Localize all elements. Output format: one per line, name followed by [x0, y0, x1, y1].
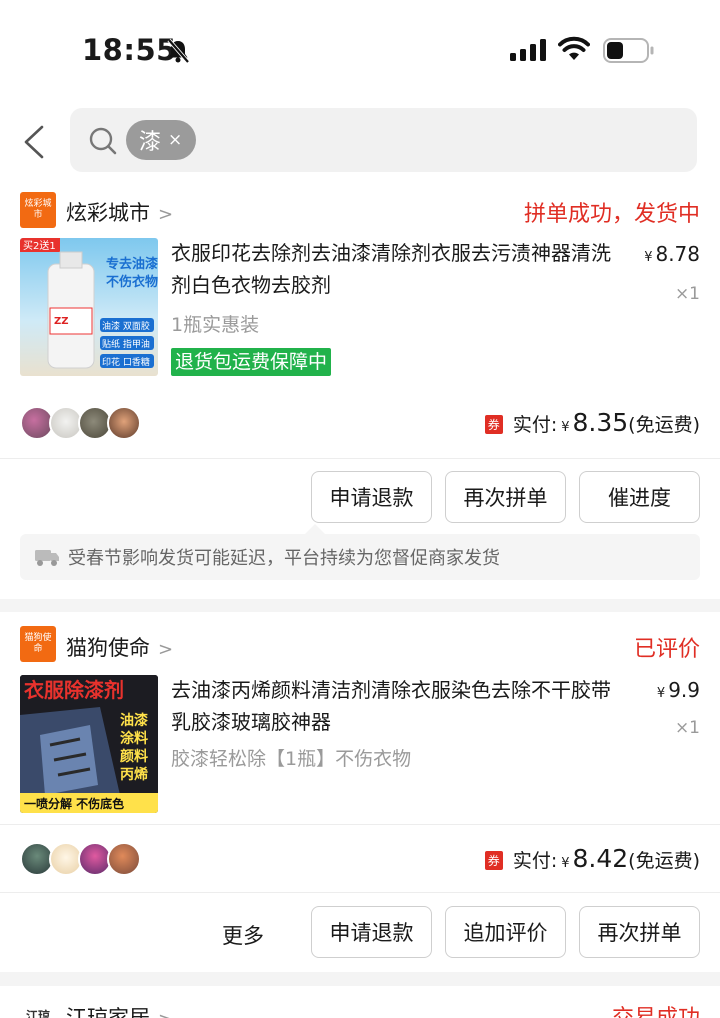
reorder-button[interactable]: 再次拼单	[579, 906, 700, 958]
order-status: 拼单成功，发货中	[523, 202, 700, 227]
cellular-signal-icon	[510, 39, 546, 61]
order-status: 已评价	[633, 637, 700, 662]
request-refund-button[interactable]: 申请退款	[311, 471, 432, 523]
product-price: ¥9.9	[657, 678, 700, 702]
thumb-label: 印花 口香糖	[102, 356, 150, 368]
divider	[0, 824, 720, 825]
order-card: 江琼 江琼家居 > 交易成功	[0, 986, 720, 1018]
thumb-label: 油漆 双面胶	[102, 320, 150, 332]
battery-icon	[603, 38, 654, 63]
thumb-headline: 专去油漆	[106, 256, 158, 272]
currency-symbol: ¥	[644, 250, 653, 265]
product-quantity: ×1	[674, 284, 700, 304]
paid-label: 实付:	[512, 850, 558, 872]
thumb-badge: 买2送1	[23, 239, 56, 252]
shop-logo: 炫彩城市	[20, 192, 56, 228]
shop-name: 江琼家居	[66, 1006, 150, 1018]
search-keyword: 漆	[139, 130, 162, 155]
thumb-label: 贴纸 指甲油	[102, 338, 150, 350]
order-status: 交易成功	[612, 1000, 700, 1018]
shop-logo: 江琼	[20, 998, 56, 1018]
product-price: ¥8.78	[644, 242, 700, 266]
coupon-badge: 券	[484, 851, 503, 870]
thumb-label: 颜料	[120, 748, 148, 765]
shop-name-link[interactable]: 猫狗使命 >	[66, 632, 173, 662]
order-card: 猫狗使命 猫狗使命 > 已评价 衣服除漆剂 油漆 涂料 颜料 丙烯 一喷分解 不伤…	[0, 612, 720, 972]
add-review-button[interactable]: 追加评价	[445, 906, 566, 958]
urge-progress-button[interactable]: 催进度	[579, 471, 700, 523]
notice-text: 受春节影响发货可能延迟，平台持续为您督促商家发货	[68, 548, 500, 569]
coupon-badge: 券	[484, 415, 503, 434]
bell-muted-icon	[167, 38, 190, 64]
currency-symbol: ¥	[656, 686, 666, 701]
shop-name: 猫狗使命	[66, 636, 150, 660]
reorder-button[interactable]: 再次拼单	[445, 471, 566, 523]
thumb-label: 丙烯	[120, 766, 148, 783]
paid-amount: 8.42	[572, 844, 629, 873]
request-refund-button[interactable]: 申请退款	[311, 906, 432, 958]
shipping-delay-notice: 受春节影响发货可能延迟，平台持续为您督促商家发货	[20, 524, 700, 580]
thumb-label: 涂料	[120, 730, 148, 747]
group-avatars[interactable]	[20, 842, 160, 878]
product-spec: 胶漆轻松除【1瓶】不伤衣物	[171, 748, 412, 770]
paid-amount: 8.35	[572, 408, 629, 437]
divider	[0, 458, 720, 459]
avatar	[107, 842, 141, 876]
product-image-art: 衣服除漆剂 油漆 涂料 颜料 丙烯 一喷分解 不伤底色	[20, 675, 158, 813]
product-image-art: 买2送1 ZZ 专去油漆 不伤衣物 油漆 双面胶 贴纸 指甲油 印花 口香糖	[20, 238, 158, 376]
divider	[0, 892, 720, 893]
search-box[interactable]: 漆 ×	[70, 108, 697, 172]
paid-note: (免运费)	[628, 414, 700, 436]
section-gap	[0, 599, 720, 612]
shop-logo: 猫狗使命	[20, 626, 56, 662]
amount-paid: 券 实付: ¥ 8.35 (免运费)	[484, 408, 700, 437]
currency-symbol: ¥	[561, 856, 570, 871]
more-button[interactable]: 更多	[222, 920, 264, 950]
svg-text:ZZ: ZZ	[54, 316, 69, 327]
notice-caret	[305, 524, 325, 534]
thumb-label: 油漆	[120, 712, 148, 729]
product-spec: 1瓶实惠装	[171, 314, 260, 336]
status-time: 18:55	[82, 33, 177, 67]
search-icon	[89, 127, 117, 155]
amount-paid: 券 实付: ¥ 8.42 (免运费)	[484, 844, 700, 873]
paid-note: (免运费)	[628, 850, 700, 872]
paid-label: 实付:	[512, 414, 558, 436]
product-image[interactable]: 衣服除漆剂 油漆 涂料 颜料 丙烯 一喷分解 不伤底色	[20, 675, 158, 813]
delivery-truck-icon	[35, 550, 59, 566]
search-keyword-chip[interactable]: 漆 ×	[126, 120, 196, 160]
group-avatars[interactable]	[20, 406, 160, 442]
chevron-right-icon: >	[158, 639, 174, 660]
chip-close-icon[interactable]: ×	[168, 130, 182, 150]
product-image[interactable]: 买2送1 ZZ 专去油漆 不伤衣物 油漆 双面胶 贴纸 指甲油 印花 口香糖	[20, 238, 158, 376]
currency-symbol: ¥	[561, 420, 570, 435]
price-value: 8.78	[655, 242, 700, 266]
chevron-right-icon: >	[158, 1009, 173, 1018]
avatar	[107, 406, 141, 440]
product-title[interactable]: 衣服印花去除剂去油漆清除剂衣服去污渍神器清洗剂白色衣物去胶剂	[171, 237, 617, 301]
product-quantity: ×1	[674, 718, 700, 738]
product-title[interactable]: 去油漆丙烯颜料清洁剂清除衣服染色去除不干胶带乳胶漆玻璃胶神器	[171, 674, 617, 738]
price-value: 9.9	[668, 678, 700, 702]
order-card: 炫彩城市 炫彩城市 > 拼单成功，发货中 买2送1 ZZ 专去油漆 不伤衣物 油漆…	[0, 180, 720, 590]
status-bar: 18:55	[0, 0, 720, 100]
wifi-icon	[558, 36, 590, 60]
section-gap	[0, 972, 720, 986]
shop-name-link[interactable]: 江琼家居 >	[66, 1002, 173, 1018]
chevron-right-icon: >	[158, 204, 174, 225]
thumb-footer: 一喷分解 不伤底色	[24, 796, 124, 811]
shop-name-link[interactable]: 炫彩城市 >	[66, 197, 173, 227]
shop-name: 炫彩城市	[66, 201, 150, 225]
return-shipping-guarantee-tag[interactable]: 退货包运费保障中	[171, 348, 332, 376]
thumb-headline: 衣服除漆剂	[24, 678, 124, 702]
back-icon[interactable]	[20, 124, 48, 160]
thumb-subheadline: 不伤衣物	[106, 274, 158, 290]
